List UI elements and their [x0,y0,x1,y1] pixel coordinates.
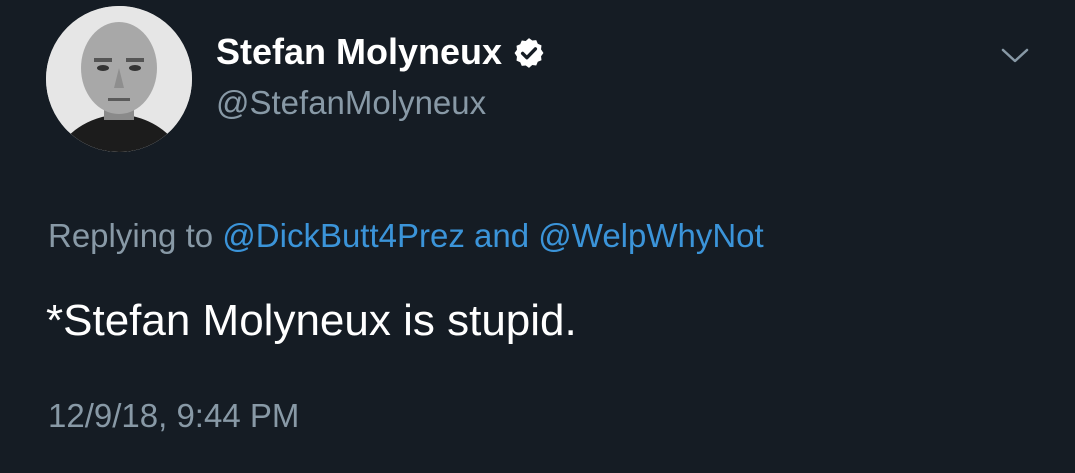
verified-badge-icon [514,38,544,68]
replying-to-label: Replying to [48,217,214,254]
chevron-down-icon[interactable] [1000,46,1030,66]
mention-link-1[interactable]: @DickButt4Prez [222,217,465,254]
avatar[interactable] [46,6,192,152]
author-handle[interactable]: @StefanMolyneux [216,83,486,123]
mention-conjunction: and [474,217,530,254]
author-name-text[interactable]: Stefan Molyneux [216,31,502,72]
mention-link-2[interactable]: @WelpWhyNot [538,217,763,254]
replying-to-line: Replying to @DickButt4Prez and @WelpWhyN… [48,215,764,257]
tweet-timestamp[interactable]: 12/9/18, 9:44 PM [48,396,299,436]
tweet-card: Stefan Molyneux @StefanMolyneux Replying… [0,0,1075,473]
tweet-text: *Stefan Molyneux is stupid. [46,296,577,345]
avatar-photo [46,6,192,152]
author-display-name[interactable]: Stefan Molyneux [216,32,546,72]
